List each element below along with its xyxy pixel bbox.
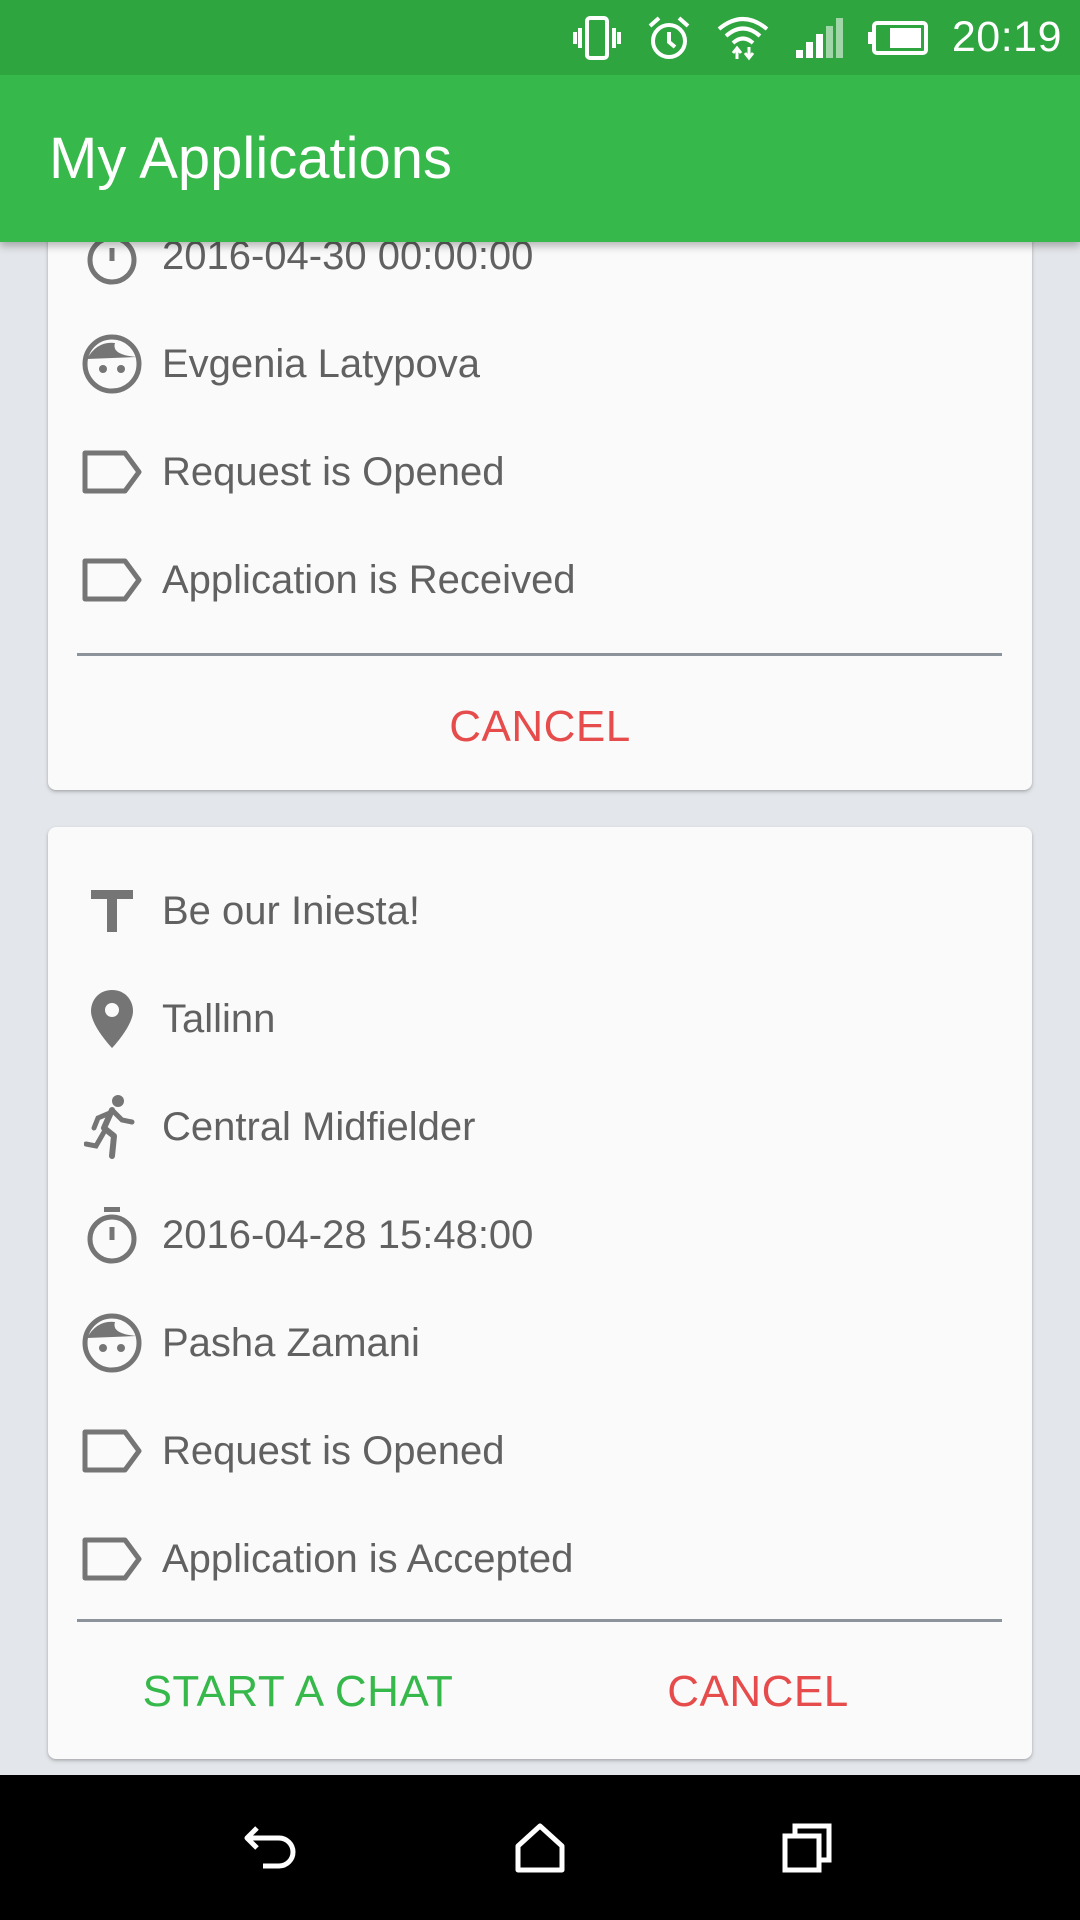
request-title: Be our Iniesta! <box>162 888 420 933</box>
location-row: Tallinn <box>80 965 1000 1073</box>
back-icon <box>244 1825 296 1868</box>
date-text: 2016-04-28 15:48:00 <box>162 1212 534 1257</box>
timer-icon <box>80 242 144 288</box>
navigation-bar <box>0 1775 1080 1920</box>
date-row: 2016-04-30 00:00:00 <box>80 242 1000 310</box>
location-text: Tallinn <box>162 996 276 1041</box>
app-bar: My Applications <box>0 75 1080 242</box>
vibrate-icon <box>572 15 621 60</box>
title-row: Be our Iniesta! <box>80 857 1000 965</box>
person-row: Evgenia Latypova <box>80 310 1000 418</box>
application-status-row: Application is Received <box>80 526 1000 634</box>
running-person-icon <box>80 1095 144 1159</box>
wifi-icon <box>717 16 769 60</box>
status-time: 20:19 <box>951 13 1062 61</box>
battery-icon <box>867 20 928 55</box>
request-status: Request is Opened <box>162 1428 505 1473</box>
cancel-button[interactable]: CANCEL <box>48 682 1032 772</box>
divider <box>77 1619 1002 1622</box>
application-status: Application is Received <box>162 557 576 602</box>
label-icon <box>80 1419 144 1483</box>
label-icon <box>80 440 144 504</box>
recents-icon <box>782 1823 832 1872</box>
application-card: 2016-04-30 00:00:00 Evgenia Latypova Req… <box>48 242 1032 790</box>
home-icon <box>515 1823 565 1872</box>
application-status-row: Application is Accepted <box>80 1505 1000 1613</box>
request-status-row: Request is Opened <box>80 418 1000 526</box>
request-status: Request is Opened <box>162 449 505 494</box>
face-icon <box>80 1311 144 1375</box>
application-status: Application is Accepted <box>162 1536 574 1581</box>
alarm-icon <box>648 16 690 59</box>
page-title: My Applications <box>49 126 452 191</box>
application-card: Be our Iniesta! Tallinn Central Midfield… <box>48 827 1032 1759</box>
title-icon <box>80 879 144 943</box>
recents-button[interactable] <box>762 1803 852 1893</box>
signal-icon <box>795 17 843 58</box>
divider <box>77 653 1002 656</box>
position-row: Central Midfielder <box>80 1073 1000 1181</box>
date-row: 2016-04-28 15:48:00 <box>80 1181 1000 1289</box>
person-row: Pasha Zamani <box>80 1289 1000 1397</box>
status-bar: 20:19 <box>0 0 1080 75</box>
request-status-row: Request is Opened <box>80 1397 1000 1505</box>
back-button[interactable] <box>228 1803 318 1893</box>
location-pin-icon <box>80 987 144 1051</box>
timer-icon <box>80 1203 144 1267</box>
cancel-button[interactable]: CANCEL <box>608 1647 908 1737</box>
home-button[interactable] <box>495 1803 585 1893</box>
label-icon <box>80 1527 144 1591</box>
label-icon <box>80 548 144 612</box>
person-name: Evgenia Latypova <box>162 341 481 386</box>
person-name: Pasha Zamani <box>162 1320 420 1365</box>
applications-list[interactable]: 2016-04-30 00:00:00 Evgenia Latypova Req… <box>0 242 1080 1775</box>
start-chat-button[interactable]: START A CHAT <box>108 1647 488 1737</box>
date-text: 2016-04-30 00:00:00 <box>162 242 534 278</box>
face-icon <box>80 332 144 396</box>
position-text: Central Midfielder <box>162 1104 476 1149</box>
